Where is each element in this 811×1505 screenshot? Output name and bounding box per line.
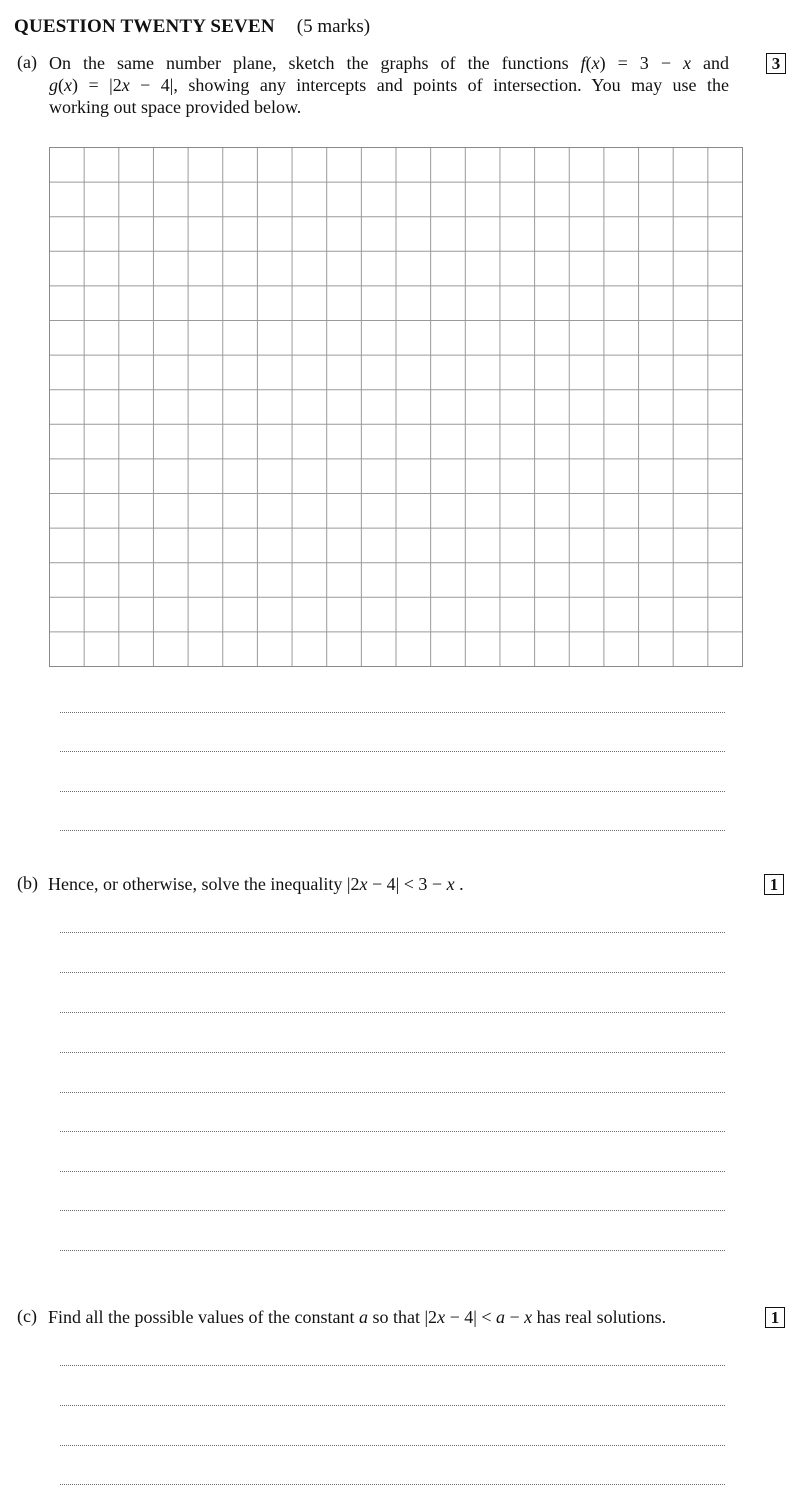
answer-line[interactable]	[60, 1210, 725, 1211]
part-b-text-post: .	[454, 874, 464, 894]
question-title: QUESTION TWENTY SEVEN	[14, 16, 275, 37]
answer-line[interactable]	[60, 972, 725, 973]
answer-line[interactable]	[60, 1484, 725, 1485]
answer-line[interactable]	[60, 1131, 725, 1132]
part-c-text-mid2: − 4| <	[445, 1307, 496, 1327]
answer-line[interactable]	[60, 1052, 725, 1053]
math-a: a	[495, 1307, 505, 1327]
math-x: x	[64, 75, 72, 95]
math-x: x	[591, 53, 600, 73]
answer-line[interactable]	[60, 751, 725, 752]
part-c-text-mid3: −	[504, 1307, 525, 1327]
part-b-text-pre: Hence, or otherwise, solve the inequalit…	[48, 874, 360, 894]
math-x: x	[359, 874, 368, 894]
part-c-text-post: has real solutions.	[532, 1307, 667, 1327]
answer-line[interactable]	[60, 1445, 725, 1446]
part-c-text-mid: so that |2	[367, 1307, 438, 1327]
part-a-marks-box: 3	[766, 53, 786, 74]
part-a-line2: g(x) = |2x − 4|, showing any intercepts …	[49, 74, 729, 96]
math-x: x	[121, 75, 130, 95]
answer-line[interactable]	[60, 1365, 725, 1366]
part-a-text: On the same number plane, sketch the gra…	[49, 53, 581, 73]
math-x: x	[524, 1307, 533, 1327]
answer-line[interactable]	[60, 1405, 725, 1406]
answer-line[interactable]	[60, 1171, 725, 1172]
answer-line[interactable]	[60, 791, 725, 792]
part-b-text: Hence, or otherwise, solve the inequalit…	[48, 873, 464, 895]
part-a-text: − 4|, showing any intercepts and points …	[129, 75, 730, 95]
math-g: g	[49, 75, 58, 95]
part-c-label: (c)	[17, 1306, 37, 1326]
answer-line[interactable]	[60, 1092, 725, 1093]
answer-line[interactable]	[60, 1250, 725, 1251]
part-a-line1: On the same number plane, sketch the gra…	[49, 52, 729, 74]
part-b-text-mid: − 4| < 3 −	[367, 874, 447, 894]
part-a-label: (a)	[17, 52, 37, 72]
math-f-rest: ) = 3 −	[599, 53, 683, 73]
question-heading: QUESTION TWENTY SEVEN (5 marks)	[14, 16, 370, 38]
part-c-marks-box: 1	[765, 1307, 785, 1328]
part-c-text: Find all the possible values of the cons…	[48, 1306, 666, 1328]
math-x: x	[446, 874, 455, 894]
answer-line[interactable]	[60, 830, 725, 831]
math-x: x	[682, 53, 691, 73]
working-grid[interactable]	[49, 147, 744, 668]
math-a: a	[358, 1307, 368, 1327]
answer-line[interactable]	[60, 932, 725, 933]
part-b-label: (b)	[17, 873, 38, 893]
math-g-mid: ) = |2	[72, 75, 122, 95]
answer-line[interactable]	[60, 1012, 725, 1013]
part-b-marks-box: 1	[764, 874, 784, 895]
part-a-text: and	[690, 53, 729, 73]
answer-line[interactable]	[60, 712, 725, 713]
part-c-text-pre: Find all the possible values of the cons…	[48, 1307, 359, 1327]
math-x: x	[437, 1307, 446, 1327]
question-marks: (5 marks)	[296, 16, 371, 37]
part-a-line3: working out space provided below.	[49, 97, 302, 117]
